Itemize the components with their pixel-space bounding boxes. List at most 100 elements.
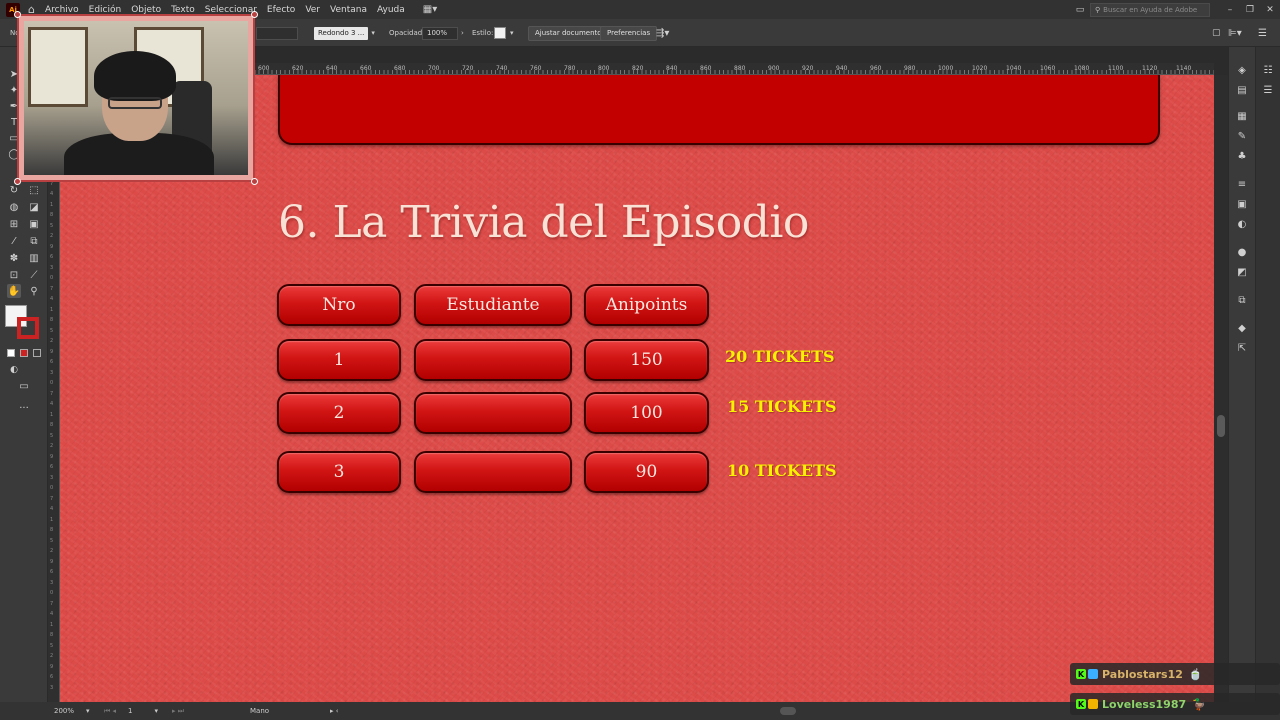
rotate-tool-icon[interactable]: ↻ — [7, 183, 21, 197]
horizontal-scrollbar-thumb[interactable] — [780, 707, 796, 715]
brush-dropdown[interactable]: Redondo 3 ... ▾ — [314, 26, 375, 40]
vertical-ruler-digit: 0 — [50, 485, 54, 491]
slice-tool-icon[interactable]: ⟋ — [27, 268, 41, 282]
gradient-tool-icon[interactable]: ▣ — [27, 217, 41, 231]
ruler-label: 980 — [904, 65, 916, 72]
graph-tool-icon[interactable]: ▥ — [27, 251, 41, 265]
transparency-icon[interactable]: ◐ — [1235, 217, 1249, 231]
menu-ventana[interactable]: Ventana — [330, 5, 367, 15]
header-nro[interactable]: Nro — [277, 284, 401, 326]
menu-efecto[interactable]: Efecto — [267, 5, 295, 15]
zoom-value: 200% — [54, 707, 75, 715]
restore-icon[interactable]: ❐ — [1240, 5, 1260, 15]
ruler-label: 940 — [836, 65, 848, 72]
row-2-points[interactable]: 100 — [584, 392, 709, 434]
header-anipoints[interactable]: Anipoints — [584, 284, 709, 326]
gradient-panel-icon[interactable]: ▣ — [1235, 197, 1249, 211]
live-paint-icon[interactable]: ◪ — [27, 200, 41, 214]
close-icon[interactable]: ✕ — [1260, 5, 1280, 15]
draw-mode-icon[interactable]: ◐ — [7, 363, 21, 377]
top-banner-shape[interactable] — [278, 75, 1160, 145]
section-title[interactable]: 6. La Trivia del Episodio — [278, 197, 809, 248]
chat-message: K Pablostars12 🍵 — [1070, 663, 1280, 685]
vertical-ruler-digit: 0 — [50, 380, 54, 386]
ruler-label: 780 — [564, 65, 576, 72]
row-2-tickets[interactable]: 15 TICKETS — [727, 397, 837, 416]
color-guide-icon[interactable]: ☰ — [1261, 83, 1275, 97]
vertical-ruler-digit: 5 — [50, 537, 54, 544]
menu-texto[interactable]: Texto — [171, 5, 195, 15]
libraries-icon[interactable]: ☷ — [1261, 63, 1275, 77]
search-icon: ⚲ — [1095, 5, 1101, 14]
status-menu-icon[interactable]: ▸ ‹ — [330, 705, 339, 717]
stroke-panel-icon[interactable]: ≡ — [1235, 177, 1249, 191]
artboard-tool-icon[interactable]: ⊡ — [7, 268, 21, 282]
gradient-mode-icon[interactable] — [20, 349, 28, 357]
arrange-documents-icon[interactable]: ▭ — [1070, 5, 1090, 15]
stroke-field[interactable] — [256, 26, 298, 40]
menu-ver[interactable]: Ver — [305, 5, 320, 15]
eyedropper-icon[interactable]: ⁄ — [7, 234, 21, 248]
vertical-ruler-digit: 2 — [50, 338, 54, 344]
row-3-tickets[interactable]: 10 TICKETS — [727, 461, 837, 480]
graphic-styles-icon[interactable]: ◩ — [1235, 265, 1249, 279]
first-artboard-icon[interactable]: ⏮ ◂ — [104, 705, 116, 717]
arrange-icon[interactable]: ▢ — [1212, 26, 1221, 40]
menu-seleccionar[interactable]: Seleccionar — [205, 5, 257, 15]
zoom-tool-icon[interactable]: ⚲ — [27, 284, 41, 298]
row-3-student[interactable] — [414, 451, 572, 493]
style-swatch[interactable]: ▾ — [494, 26, 514, 40]
artboard-number[interactable]: 1 ▾ — [128, 705, 158, 717]
symbols-icon[interactable]: ♣ — [1235, 149, 1249, 163]
more-tools-icon[interactable]: ··· — [17, 401, 31, 415]
brushes-icon[interactable]: ✎ — [1235, 129, 1249, 143]
help-search-field[interactable]: ⚲ Buscar en Ayuda de Adobe — [1090, 2, 1210, 17]
vertical-ruler-digit: 1 — [50, 201, 54, 208]
color-mode-icon[interactable] — [7, 349, 15, 357]
blend-tool-icon[interactable]: ⧉ — [27, 234, 41, 248]
opacity-field[interactable]: 100% › — [422, 26, 464, 40]
align-icon[interactable]: ⊫▾ — [1228, 26, 1242, 40]
menu-edicion[interactable]: Edición — [89, 5, 122, 15]
frame-handle — [251, 11, 258, 18]
layers-copy-icon[interactable]: ⧉ — [1235, 293, 1249, 307]
row-1-points[interactable]: 150 — [584, 339, 709, 381]
stroke-color-swatch[interactable] — [17, 317, 39, 339]
hand-tool-icon[interactable]: ✋ — [7, 284, 21, 298]
swatches-icon[interactable]: ▦ — [1235, 109, 1249, 123]
workspace-grid-icon[interactable]: ▦▾ — [423, 4, 437, 15]
row-1-nro[interactable]: 1 — [277, 339, 401, 381]
screen-mode-icon[interactable]: ▭ — [17, 379, 31, 393]
appearance-icon[interactable]: ● — [1235, 245, 1249, 259]
free-transform-icon[interactable]: ⬚ — [27, 183, 41, 197]
minimize-icon[interactable]: – — [1220, 5, 1240, 15]
layers-icon[interactable]: ◆ — [1235, 321, 1249, 335]
vertical-ruler-digit: 6 — [50, 674, 54, 680]
mesh-tool-icon[interactable]: ⊞ — [7, 217, 21, 231]
row-3-points[interactable]: 90 — [584, 451, 709, 493]
export-icon[interactable]: ⇱ — [1235, 341, 1249, 355]
last-artboard-icon[interactable]: ▸ ⏭ — [172, 705, 184, 717]
row-2-student[interactable] — [414, 392, 572, 434]
properties-panel-icon[interactable]: ◈ — [1235, 63, 1249, 77]
menu-objeto[interactable]: Objeto — [131, 5, 161, 15]
row-1-tickets[interactable]: 20 TICKETS — [725, 347, 835, 366]
vertical-scrollbar[interactable] — [1214, 75, 1228, 702]
menu-ayuda[interactable]: Ayuda — [377, 5, 405, 15]
preferencias-button[interactable]: Preferencias — [600, 25, 658, 41]
transform-options-icon[interactable]: ⇶▾ — [656, 26, 669, 40]
menu-icon[interactable]: ☰ — [1258, 26, 1267, 40]
zoom-level[interactable]: 200% ▾ — [54, 705, 90, 717]
shape-builder-icon[interactable]: ◍ — [7, 200, 21, 214]
none-mode-icon[interactable] — [33, 349, 41, 357]
menu-archivo[interactable]: Archivo — [45, 5, 79, 15]
ajustar-documento-button[interactable]: Ajustar documento — [528, 25, 609, 41]
header-estudiante[interactable]: Estudiante — [414, 284, 572, 326]
scrollbar-thumb[interactable] — [1217, 415, 1225, 437]
row-1-student[interactable] — [414, 339, 572, 381]
row-3-nro[interactable]: 3 — [277, 451, 401, 493]
row-2-nro[interactable]: 2 — [277, 392, 401, 434]
symbol-sprayer-icon[interactable]: ✽ — [7, 251, 21, 265]
document-icon[interactable]: ▤ — [1235, 83, 1249, 97]
panel-dock-secondary: ☷ ☰ — [1255, 47, 1280, 702]
